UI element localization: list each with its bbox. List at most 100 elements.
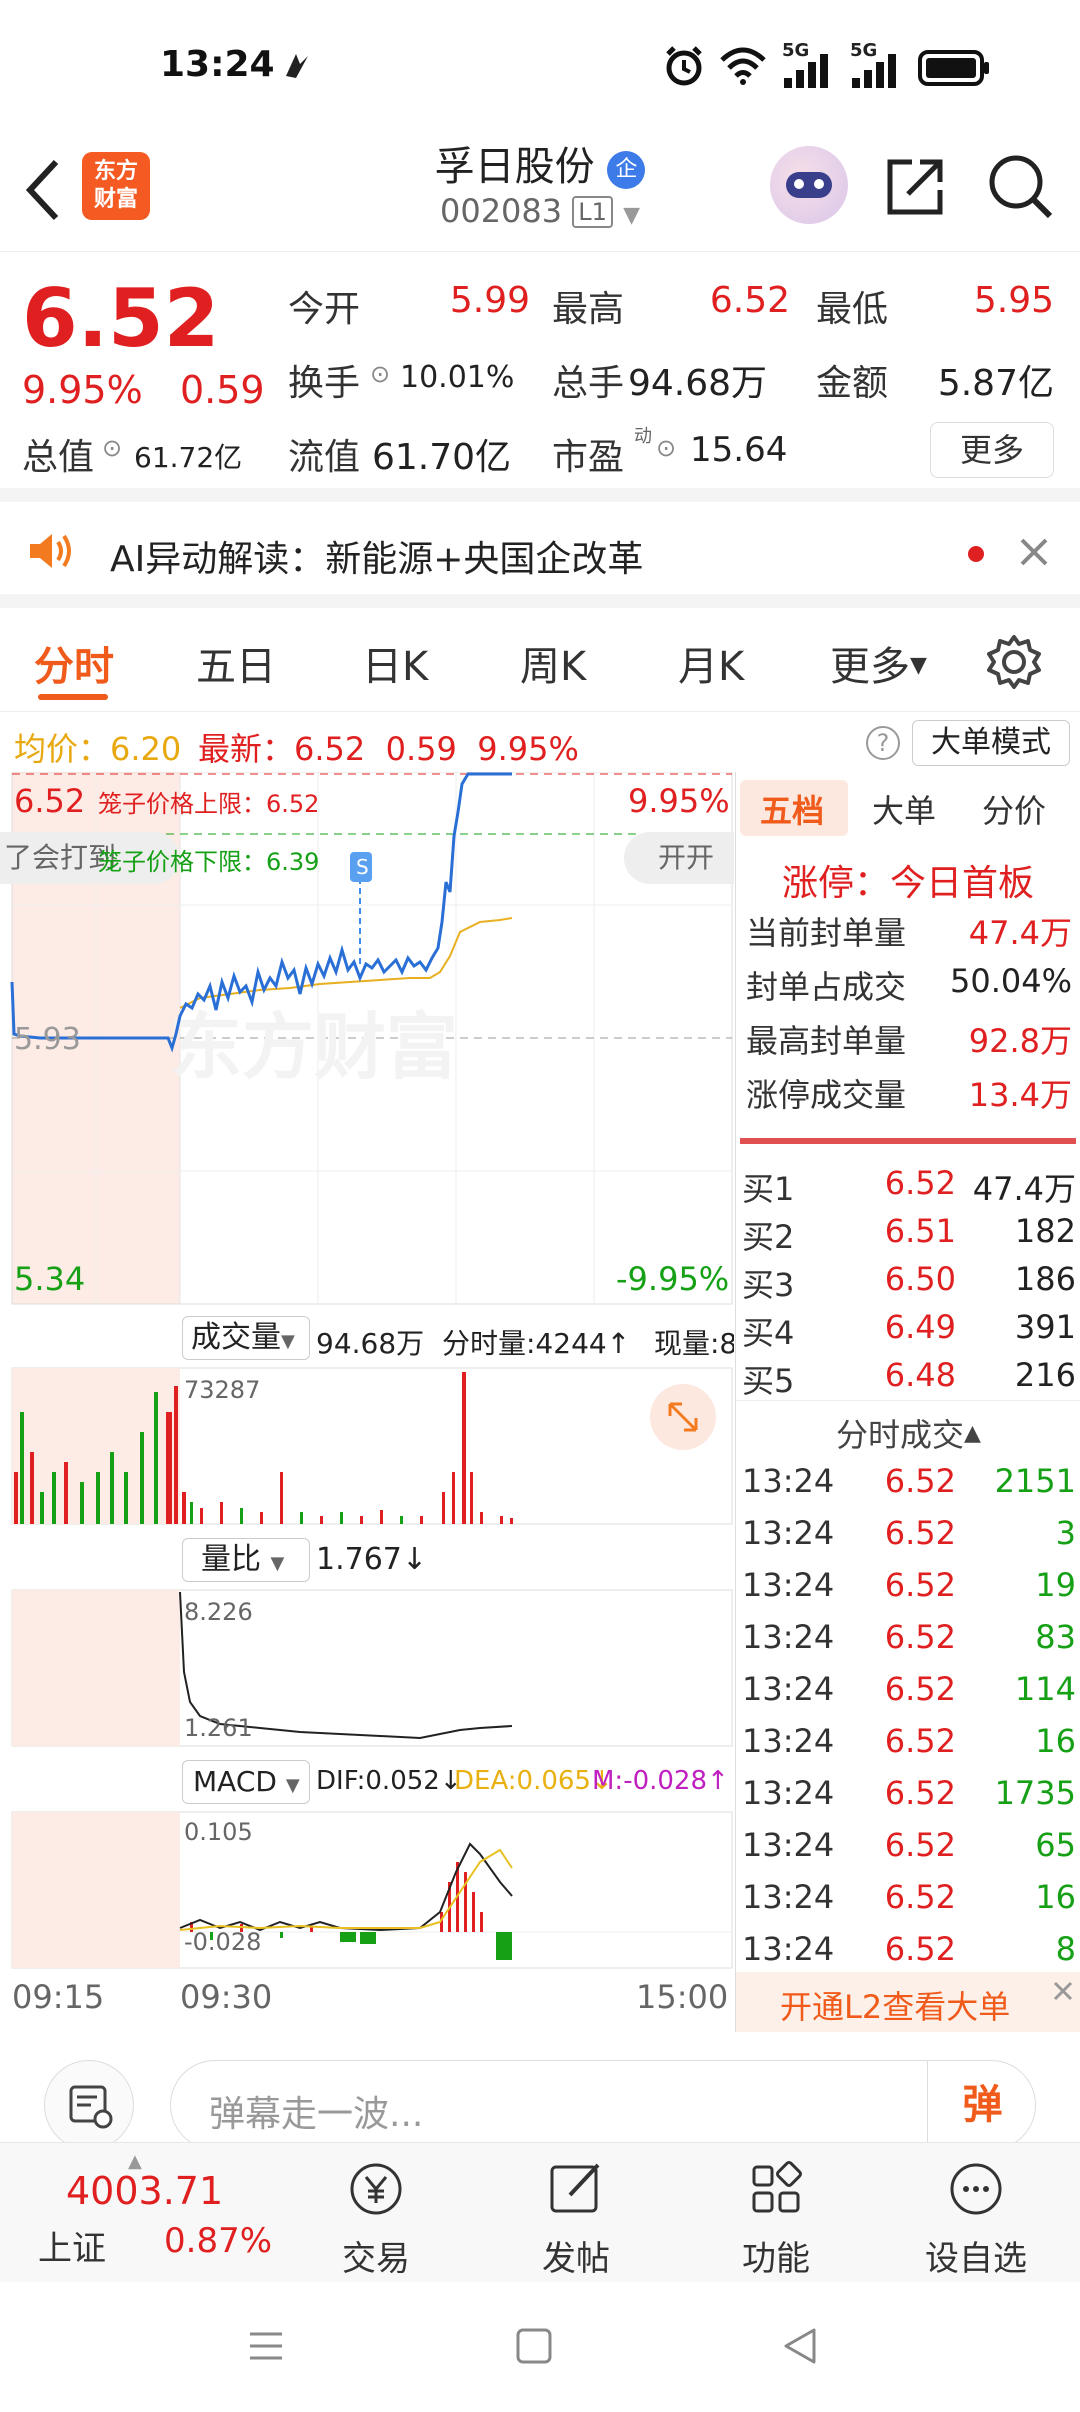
nav-post-label: 发帖 <box>542 2239 610 2279</box>
trade-time: 13:24 <box>742 1930 835 1968</box>
tab-price-dist[interactable]: 分价 <box>982 786 1046 832</box>
share-icon[interactable] <box>884 154 948 218</box>
nav-trade[interactable]: 交易 <box>306 2157 446 2280</box>
danmaku-settings-icon <box>69 2085 113 2129</box>
back-nav-icon[interactable] <box>780 2326 820 2366</box>
vol-bar <box>452 1472 455 1524</box>
ai-anomaly-banner[interactable]: AI异动解读：新能源+央国企改革 <box>0 502 1080 608</box>
system-nav-bar <box>0 2282 1080 2412</box>
ratio-premarket-shade <box>12 1590 180 1746</box>
vol-bar <box>64 1462 68 1524</box>
trade-price: 6.52 <box>884 1514 956 1552</box>
macd-bar <box>496 1932 512 1960</box>
vol-bar <box>80 1482 84 1524</box>
macd-dea-line <box>179 1848 513 1931</box>
vol-bar <box>480 1512 483 1524</box>
pe-info-icon[interactable]: ⊙ <box>656 434 676 462</box>
danmaku-input[interactable]: 弹幕走一波... 弹 <box>170 2060 1037 2151</box>
l2-upsell-banner[interactable]: 开通L2查看大单 <box>736 1972 1080 2032</box>
tab-five-day[interactable]: 五日 <box>196 634 276 692</box>
nav-post[interactable]: 发帖 <box>506 2157 646 2280</box>
nav-trade-label: 交易 <box>342 2239 410 2279</box>
trade-volume: 16 <box>1035 1722 1076 1760</box>
bid-volume: 216 <box>1014 1356 1076 1394</box>
macd-dea: DEA:0.065↓ <box>454 1766 613 1796</box>
event-marker-glyph: S <box>356 855 369 879</box>
trade-volume: 16 <box>1035 1878 1076 1916</box>
more-quote-button[interactable]: 更多 <box>930 422 1054 478</box>
vol-bar <box>260 1512 263 1524</box>
quote-panel: 6.52 9.95% 0.59 今开 5.99 最高 6.52 最低 5.95 … <box>0 252 1080 502</box>
avg-info-row: 均价：6.20 最新：6.52 0.59 9.95% ? 大单模式 <box>0 712 1080 772</box>
macd-premarket-shade <box>12 1812 180 1968</box>
header: 东方 财富 孚日股份 企 002083 L1 ▼ <box>0 130 1080 252</box>
nav-functions[interactable]: 功能 <box>706 2157 846 2280</box>
macd-select-caret-icon: ▼ <box>285 1775 300 1796</box>
volume-now: 现量:8 <box>654 1327 734 1360</box>
mktcap-info-icon[interactable]: ⊙ <box>102 434 122 462</box>
pe-value: 15.64 <box>690 430 788 470</box>
trades-title-label: 分时成交 <box>836 1416 965 1454</box>
bid-label: 买5 <box>742 1362 795 1400</box>
active-tab-indicator <box>38 694 108 700</box>
intraday-chart-area[interactable]: 东方财富 S 6.52 笼子价格上限：6.52 9.95% 了会打到 笼子价格下… <box>0 772 735 2032</box>
home-icon[interactable] <box>514 2326 554 2366</box>
stat-label: 涨停成交量 <box>746 1076 907 1114</box>
bid-ask-divider <box>740 1138 1076 1144</box>
search-icon[interactable] <box>986 152 1054 220</box>
status-bar: 13:24 5G 5G <box>0 0 1080 130</box>
trade-volume: 83 <box>1035 1618 1076 1656</box>
macd-m: M:-0.028↑ <box>592 1766 729 1796</box>
tab-monthly-k[interactable]: 月K <box>678 634 744 692</box>
trades-title[interactable]: 分时成交▲ <box>836 1410 981 1456</box>
nav-add-watchlist[interactable]: 设自选 <box>906 2157 1046 2280</box>
tab-more-label: 更多 <box>830 644 910 690</box>
ai-robot-avatar[interactable] <box>770 146 848 224</box>
volume-minute: 分时量:4244↑ <box>442 1327 631 1360</box>
high-label: 最高 <box>552 289 625 330</box>
tab-five-level[interactable]: 五档 <box>760 786 824 832</box>
danmaku-send-button[interactable]: 弹 <box>927 2061 1037 2151</box>
pe-label: 市盈 <box>552 437 625 478</box>
tab-more[interactable]: 更多▼ <box>830 634 927 692</box>
expand-chart-button[interactable] <box>650 1384 716 1450</box>
ratio-value: 1.767↓ <box>316 1542 428 1577</box>
big-order-mode-button[interactable]: 大单模式 <box>912 720 1070 766</box>
turnover-info-icon[interactable]: ⊙ <box>370 360 390 388</box>
settings-icon[interactable] <box>986 634 1042 690</box>
vol-bar <box>110 1452 114 1524</box>
ratio-indicator-select[interactable]: 量比 ▼ <box>182 1538 310 1582</box>
trade-price: 6.52 <box>884 1670 956 1708</box>
macd-bar <box>340 1932 356 1942</box>
trade-price: 6.52 <box>884 1566 956 1604</box>
tab-big-order[interactable]: 大单 <box>872 786 936 832</box>
volume-label: 成交量 <box>191 1320 281 1355</box>
tab-daily-k[interactable]: 日K <box>362 634 428 692</box>
mktcap-value: 61.72亿 <box>134 441 243 474</box>
close-icon[interactable] <box>1018 536 1050 568</box>
bid-label: 买3 <box>742 1266 795 1304</box>
macd-indicator-select[interactable]: MACD ▼ <box>182 1760 310 1804</box>
stat-value: 92.8万 <box>968 1022 1072 1060</box>
vol-bar <box>420 1516 423 1524</box>
volume-indicator-select[interactable]: 成交量▼ <box>182 1316 310 1360</box>
mktcap-label: 总值 <box>22 437 95 478</box>
tab-intraday[interactable]: 分时 <box>34 634 114 692</box>
watermark: 东方财富 <box>170 1005 458 1089</box>
pe-dynamic-mark: 动 <box>634 426 652 447</box>
danmaku-placeholder: 弹幕走一波... <box>209 2094 424 2135</box>
turnover-label: 换手 <box>288 363 361 404</box>
ratio-min-label: 1.261 <box>184 1714 253 1742</box>
vol-bar <box>280 1472 283 1524</box>
volume-total: 94.68万 <box>316 1327 425 1360</box>
menu-icon[interactable] <box>246 2326 286 2366</box>
bid-volume: 391 <box>1014 1308 1076 1346</box>
l2-close-icon[interactable] <box>1050 1978 1076 2004</box>
bottom-nav: ▲ 4003.71 上证 0.87% 交易 发帖 功能 设自选 <box>0 2142 1080 2282</box>
help-icon[interactable]: ? <box>866 726 900 760</box>
danmaku-settings-button[interactable] <box>44 2060 134 2150</box>
trade-volume: 2151 <box>994 1462 1076 1500</box>
bid-price: 6.51 <box>884 1212 956 1250</box>
trade-time: 13:24 <box>742 1722 835 1760</box>
tab-weekly-k[interactable]: 周K <box>520 634 586 692</box>
